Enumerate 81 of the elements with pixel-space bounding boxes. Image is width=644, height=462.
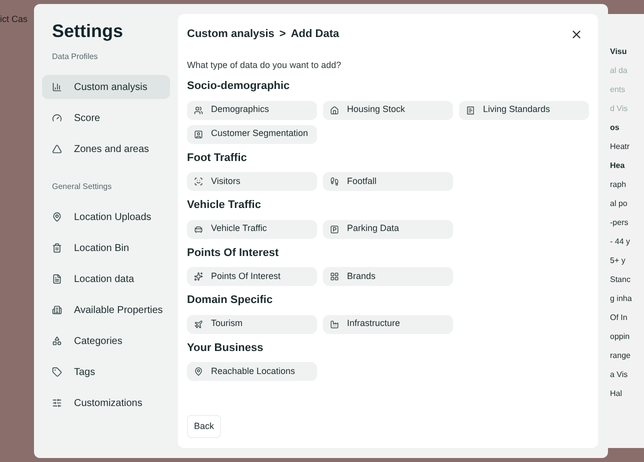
receipt-icon xyxy=(466,106,475,114)
background-text: raph xyxy=(610,179,628,191)
sidebar-item[interactable]: Customizations xyxy=(42,391,170,415)
background-text: g inha xyxy=(610,293,633,305)
data-option[interactable]: Housing Stock xyxy=(323,100,453,120)
breadcrumb-current: Add Data xyxy=(290,27,340,42)
data-option[interactable]: Vehicle Traffic xyxy=(187,220,317,238)
parking-icon xyxy=(330,224,339,234)
section-heading: General Settings xyxy=(51,181,113,193)
sidebar-item[interactable]: Location Bin xyxy=(42,236,170,260)
group-heading: Socio-demographic xyxy=(187,79,291,94)
map-pin-icon xyxy=(52,212,62,222)
data-option[interactable]: Points Of Interest xyxy=(187,267,317,286)
data-option[interactable]: Parking Data xyxy=(323,220,453,238)
house-icon xyxy=(330,106,339,114)
data-option[interactable]: Demographics xyxy=(187,100,317,120)
data-option[interactable]: Living Standards xyxy=(459,100,589,120)
background-text: Hea xyxy=(610,160,626,172)
close-button[interactable] xyxy=(570,28,583,41)
building-icon xyxy=(52,305,62,315)
background-text: 5+ y xyxy=(610,255,626,267)
question-text: What type of data do you want to add? xyxy=(187,58,342,72)
data-option[interactable]: Visitors xyxy=(187,172,317,191)
background-text: os xyxy=(610,122,620,134)
person-card-icon xyxy=(194,130,203,138)
data-option[interactable]: Customer Segmentation xyxy=(187,124,317,144)
plane-icon xyxy=(194,320,203,328)
sidebar-item[interactable]: Zones and areas xyxy=(42,137,170,161)
background-text: - 44 y xyxy=(610,236,632,248)
breadcrumb-link[interactable]: Custom analysis xyxy=(187,26,274,42)
sidebar-item[interactable]: Location Uploads xyxy=(42,205,170,229)
data-option[interactable]: Brands xyxy=(323,267,453,286)
chart-icon xyxy=(52,82,62,92)
group-heading: Points Of Interest xyxy=(187,246,280,260)
sliders-icon xyxy=(52,398,62,408)
trash-icon xyxy=(52,243,62,253)
data-option[interactable]: Tourism xyxy=(187,314,317,334)
background-text: Hal xyxy=(610,388,624,400)
background-text: ents xyxy=(610,84,626,96)
gauge-icon xyxy=(52,113,62,123)
background-text: al da xyxy=(610,65,628,77)
triangle-icon xyxy=(52,144,62,154)
people-icon xyxy=(194,106,203,114)
group-heading: Foot Traffic xyxy=(187,150,248,166)
group-heading: Vehicle Traffic xyxy=(187,198,262,213)
background-text: d Vis xyxy=(610,103,629,115)
shapes-icon xyxy=(52,336,62,346)
background-text: Of In xyxy=(610,312,628,324)
data-option[interactable]: Infrastructure xyxy=(323,314,453,334)
background-text: a Vis xyxy=(610,369,629,381)
file-icon xyxy=(52,274,62,284)
settings-title: Settings xyxy=(51,20,124,43)
sidebar-item[interactable]: Custom analysis xyxy=(42,75,170,99)
background-text: Heatr xyxy=(610,141,631,153)
scan-icon xyxy=(194,177,203,186)
sidebar-item[interactable]: Tags xyxy=(42,360,170,384)
back-button[interactable]: Back xyxy=(187,414,222,438)
sidebar-item[interactable]: Categories xyxy=(42,329,170,353)
sparkle-icon xyxy=(194,272,203,281)
car-icon xyxy=(194,224,203,234)
background-text: ict Cas xyxy=(0,14,28,24)
data-option[interactable]: Reachable Locations xyxy=(187,362,317,381)
background-text: range xyxy=(610,350,632,362)
group-heading: Domain Specific xyxy=(187,293,274,308)
factory-icon xyxy=(330,320,339,328)
tag-icon xyxy=(52,367,62,377)
background-text: Visu xyxy=(610,46,628,58)
map-pin-icon xyxy=(194,367,203,376)
sidebar-item[interactable]: Location data xyxy=(42,267,170,291)
background-text: Stanc xyxy=(610,274,632,286)
background-text: al po xyxy=(610,198,628,210)
data-option[interactable]: Footfall xyxy=(323,172,453,191)
sidebar-item[interactable]: Score xyxy=(42,106,170,130)
background-text: -pers xyxy=(610,217,630,229)
breadcrumb-separator: > xyxy=(279,27,286,42)
background-text: oppin xyxy=(610,331,631,343)
footprints-icon xyxy=(330,177,339,186)
sidebar-item[interactable]: Available Properties xyxy=(42,298,170,322)
group-heading: Your Business xyxy=(187,340,264,356)
section-heading: Data Profiles xyxy=(51,51,99,63)
grid-icon xyxy=(330,272,339,281)
